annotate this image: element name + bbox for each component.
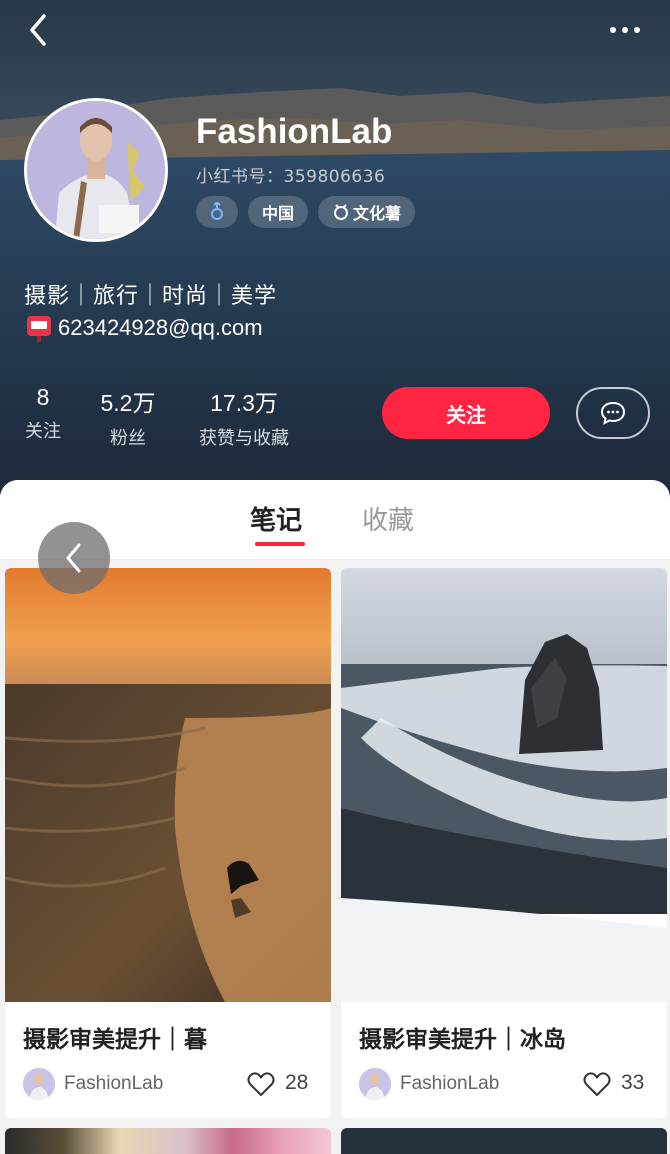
like-count: 33 — [621, 1071, 645, 1094]
profile-tags: 中国 文化薯 — [196, 196, 416, 228]
author-avatar — [23, 1068, 55, 1100]
avatar-image — [27, 101, 165, 239]
back-button[interactable] — [22, 12, 58, 48]
note-card-peek[interactable] — [341, 1128, 667, 1154]
author-avatar — [359, 1068, 391, 1100]
chevron-left-icon — [30, 14, 46, 46]
tab-collections[interactable]: 收藏 — [362, 500, 414, 537]
chat-bubble-icon — [600, 401, 626, 425]
stat-label: 获赞与收藏 — [199, 428, 289, 449]
profile-nickname: FashionLab — [196, 112, 393, 151]
stat-value: 5.2万 — [100, 390, 156, 416]
note-card[interactable]: 摄影审美提升｜冰岛 FashionLab 33 — [341, 568, 667, 1118]
more-dot — [634, 27, 640, 33]
stat-value: 8 — [36, 384, 50, 410]
culture-tag-label: 文化薯 — [353, 204, 402, 223]
note-title: 摄影审美提升｜暮 — [23, 1027, 207, 1053]
profile-email: 623424928@qq.com — [58, 315, 263, 340]
more-button[interactable] — [600, 18, 650, 42]
note-title: 摄影审美提升｜冰岛 — [359, 1027, 566, 1053]
follow-button[interactable]: 关注 — [382, 387, 550, 439]
more-dot — [610, 27, 616, 33]
author-avatar-image — [23, 1068, 55, 1100]
stat-value: 17.3万 — [210, 390, 278, 416]
note-card[interactable]: 摄影审美提升｜暮 FashionLab 28 — [5, 568, 331, 1118]
stat-followers[interactable]: 5.2万 粉丝 — [90, 384, 166, 450]
stat-following[interactable]: 8 关注 — [20, 384, 66, 443]
author-name: FashionLab — [400, 1073, 500, 1094]
message-button[interactable] — [576, 387, 650, 439]
heart-icon[interactable] — [247, 1071, 275, 1097]
region-tag: 中国 — [248, 196, 309, 228]
stat-label: 粉丝 — [110, 428, 146, 449]
profile-bio: 摄影｜旅行｜时尚｜美学 — [24, 284, 278, 309]
heart-icon[interactable] — [583, 1071, 611, 1097]
profile-header: FashionLab 小红书号：359806636 中国 文化薯 摄影｜旅行｜时… — [0, 0, 670, 500]
badge-icon — [334, 204, 349, 220]
floating-back-button[interactable] — [38, 522, 110, 594]
tab-notes[interactable]: 笔记 — [250, 500, 302, 537]
author-avatar-image — [359, 1068, 391, 1100]
culture-tag: 文化薯 — [318, 196, 416, 228]
author-name: FashionLab — [64, 1073, 164, 1094]
chevron-left-icon — [66, 543, 81, 573]
gender-tag — [196, 196, 238, 228]
note-card-peek[interactable] — [5, 1128, 331, 1154]
email-row: 623424928@qq.com — [26, 314, 263, 342]
red-id: 小红书号：359806636 — [196, 167, 386, 187]
stat-likes-collects[interactable]: 17.3万 获赞与收藏 — [190, 384, 298, 450]
stat-label: 关注 — [25, 421, 61, 442]
note-photo-sunset-beach — [5, 568, 331, 1002]
active-tab-indicator — [255, 542, 305, 546]
male-icon — [211, 202, 223, 220]
note-photo-iceland-coast — [341, 568, 667, 1002]
more-dot — [622, 27, 628, 33]
mailbox-icon — [27, 316, 51, 342]
like-count: 28 — [285, 1071, 309, 1094]
profile-avatar[interactable] — [24, 98, 168, 242]
